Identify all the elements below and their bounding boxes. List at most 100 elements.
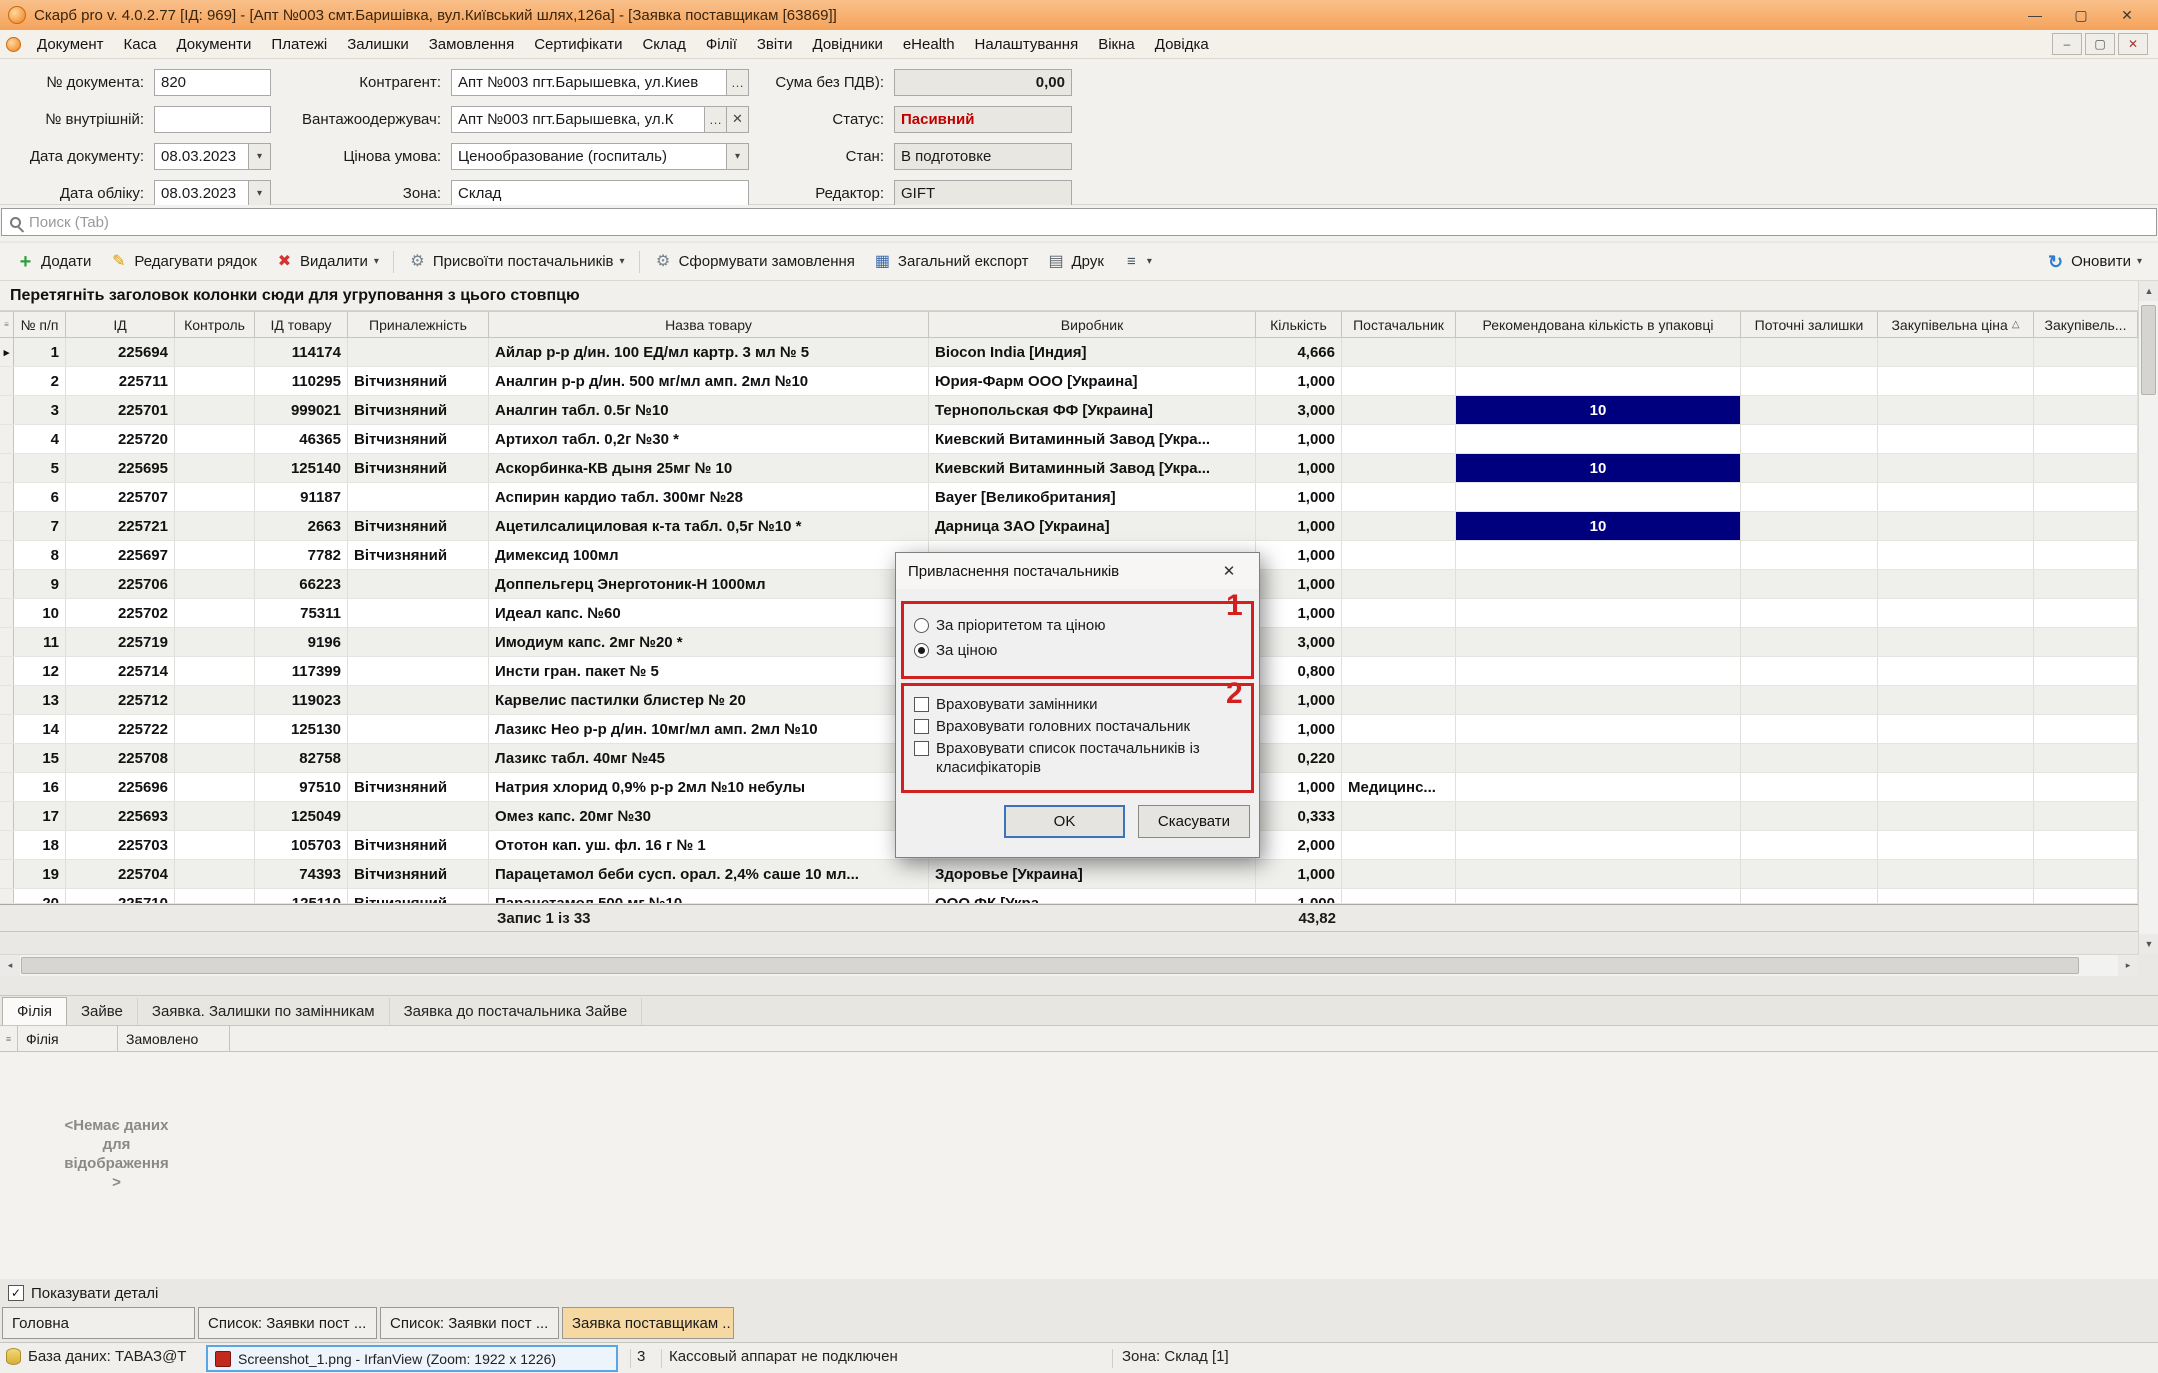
table-row-20[interactable]: 20225710125110ВітчизнянийПарацетамол 500… [0, 889, 2138, 904]
menu-item-10[interactable]: Звіти [747, 33, 803, 56]
exp-label: Загальний експорт [898, 253, 1029, 270]
table-row-1[interactable]: ▸1225694114174Айлар р-р д/ин. 100 ЕД/мл … [0, 338, 2138, 367]
cell-recommended [1456, 599, 1741, 627]
assign-button[interactable]: ⚙Присвоїти постачальників▾ [400, 247, 633, 276]
window-tab-3[interactable]: Список: Заявки пост ... [380, 1307, 559, 1339]
row-marker [0, 744, 14, 772]
column-header-price2[interactable]: Закупівель... [2034, 312, 2138, 337]
menu-item-8[interactable]: Склад [632, 33, 695, 56]
table-row-6[interactable]: 622570791187Аспирин кардио табл. 300мг №… [0, 483, 2138, 512]
table-row-3[interactable]: 3225701999021ВітчизнянийАналгин табл. 0.… [0, 396, 2138, 425]
column-header-stock[interactable]: Поточні залишки [1741, 312, 1878, 337]
column-header-price[interactable]: Закупівельна ціна△ [1878, 312, 2034, 337]
column-header-control[interactable]: Контроль [175, 312, 255, 337]
cell-qty: 0,800 [1256, 657, 1342, 685]
scroll-left-arrow[interactable]: ◂ [0, 955, 20, 976]
details-column-2[interactable]: Замовлено [118, 1026, 230, 1051]
exp-button[interactable]: ▦Загальний експорт [865, 247, 1037, 276]
dialog-close-icon[interactable]: ✕ [1211, 553, 1247, 589]
column-header-recommended[interactable]: Рекомендована кількість в упаковці [1456, 312, 1741, 337]
radio-option-2[interactable]: За ціною [914, 641, 1241, 660]
table-row-7[interactable]: 72257212663ВітчизнянийАцетилсалициловая … [0, 512, 2138, 541]
row-marker [0, 860, 14, 888]
cell-item_id: 46365 [255, 425, 348, 453]
close-button[interactable]: ✕ [2104, 1, 2150, 29]
table-row-2[interactable]: 2225711110295ВітчизнянийАналгин р-р д/ин… [0, 367, 2138, 396]
menu-item-6[interactable]: Замовлення [419, 33, 524, 56]
ok-button[interactable]: OK [1004, 805, 1125, 838]
cell-recommended: 10 [1456, 454, 1741, 482]
account-date-input[interactable]: 08.03.2023▾ [154, 180, 271, 207]
column-header-num[interactable]: № п/п [14, 312, 66, 337]
menu-item-2[interactable]: Каса [114, 33, 167, 56]
irfanview-taskbar-item[interactable]: Screenshot_1.png - IrfanView (Zoom: 1922… [206, 1345, 618, 1372]
cancel-button[interactable]: Скасувати [1138, 805, 1250, 838]
menu-item-11[interactable]: Довідники [803, 33, 893, 56]
menu-item-5[interactable]: Залишки [337, 33, 419, 56]
mdi-minimize-button[interactable]: – [2052, 33, 2082, 55]
details-tab-2[interactable]: Зайве [67, 998, 138, 1025]
edit-button[interactable]: ✎Редагувати рядок [101, 247, 265, 276]
add-button[interactable]: +Додати [8, 247, 99, 276]
cell-manufacturer: ООО ФК [Укра... [929, 889, 1256, 904]
search-box[interactable] [1, 208, 2157, 236]
column-header-supplier[interactable]: Постачальник [1342, 312, 1456, 337]
del-button[interactable]: ✖Видалити▾ [267, 247, 387, 276]
row-marker [0, 773, 14, 801]
internal-number-input[interactable] [154, 106, 271, 133]
menu-item-15[interactable]: Довідка [1145, 33, 1219, 56]
window-tab-1[interactable]: Головна [2, 1307, 195, 1339]
column-header-origin[interactable]: Приналежність [348, 312, 489, 337]
minimize-button[interactable]: — [2012, 1, 2058, 29]
menu-item-14[interactable]: Вікна [1088, 33, 1145, 56]
column-header-name[interactable]: Назва товару [489, 312, 929, 337]
print-button[interactable]: ▤Друк [1039, 247, 1112, 276]
mdi-restore-button[interactable]: ▢ [2085, 33, 2115, 55]
doc-number-input[interactable]: 820 [154, 69, 271, 96]
menu-item-3[interactable]: Документи [166, 33, 261, 56]
horizontal-scroll-thumb[interactable] [21, 957, 2079, 974]
checkbox-option-3[interactable]: Враховувати список постачальників із кла… [914, 739, 1241, 777]
details-tab-3[interactable]: Заявка. Залишки по замінникам [138, 998, 390, 1025]
refresh-button[interactable]: ↻Оновити▾ [2038, 247, 2150, 276]
cell-stock [1741, 773, 1878, 801]
details-column-1[interactable]: Філія [18, 1026, 118, 1051]
search-input[interactable] [29, 214, 2148, 231]
window-tab-2[interactable]: Список: Заявки пост ... [198, 1307, 377, 1339]
scroll-up-arrow[interactable]: ▲ [2139, 281, 2158, 301]
menu-item-12[interactable]: eHealth [893, 33, 965, 56]
maximize-button[interactable]: ▢ [2058, 1, 2104, 29]
column-header-qty[interactable]: Кількість [1256, 312, 1342, 337]
cell-price2 [2034, 599, 2138, 627]
column-header-id[interactable]: ІД [66, 312, 175, 337]
menu-item-7[interactable]: Сертифікати [524, 33, 632, 56]
menu-item-13[interactable]: Налаштування [965, 33, 1089, 56]
column-header-manufacturer[interactable]: Виробник [929, 312, 1256, 337]
doc-date-input[interactable]: 08.03.2023▾ [154, 143, 271, 170]
details-tab-4[interactable]: Заявка до постачальника Зайве [390, 998, 643, 1025]
checkbox-option-1[interactable]: Враховувати замінники [914, 695, 1241, 714]
order-button[interactable]: ⚙Сформувати замовлення [646, 247, 863, 276]
list-button[interactable]: ≡▾ [1114, 247, 1160, 276]
show-details-checkbox[interactable]: ✓ [8, 1285, 24, 1301]
cell-item_id: 82758 [255, 744, 348, 772]
vertical-scrollbar[interactable]: ▲ ▼ [2138, 281, 2158, 954]
details-tab-1[interactable]: Філія [2, 997, 67, 1025]
menu-item-9[interactable]: Філії [696, 33, 747, 56]
table-row-5[interactable]: 5225695125140ВітчизнянийАскорбинка-КВ ды… [0, 454, 2138, 483]
scroll-down-arrow[interactable]: ▼ [2139, 934, 2158, 954]
table-row-4[interactable]: 422572046365ВітчизнянийАртихол табл. 0,2… [0, 425, 2138, 454]
window-tab-4[interactable]: Заявка поставщикам .. [562, 1307, 734, 1339]
column-header-item_id[interactable]: ІД товару [255, 312, 348, 337]
cell-item_id: 2663 [255, 512, 348, 540]
cell-name: Ацетилсалициловая к-та табл. 0,5г №10 * [489, 512, 929, 540]
checkbox-option-2[interactable]: Враховувати головних постачальник [914, 717, 1241, 736]
vertical-scroll-thumb[interactable] [2141, 305, 2156, 395]
table-row-19[interactable]: 1922570474393ВітчизнянийПарацетамол беби… [0, 860, 2138, 889]
mdi-close-button[interactable]: ✕ [2118, 33, 2148, 55]
menu-item-1[interactable]: Документ [27, 33, 114, 56]
radio-option-1[interactable]: За пріоритетом та ціною [914, 616, 1241, 635]
scroll-right-arrow[interactable]: ▸ [2118, 955, 2138, 976]
menu-item-4[interactable]: Платежі [261, 33, 337, 56]
horizontal-scrollbar[interactable]: ◂ ▸ [0, 954, 2138, 976]
